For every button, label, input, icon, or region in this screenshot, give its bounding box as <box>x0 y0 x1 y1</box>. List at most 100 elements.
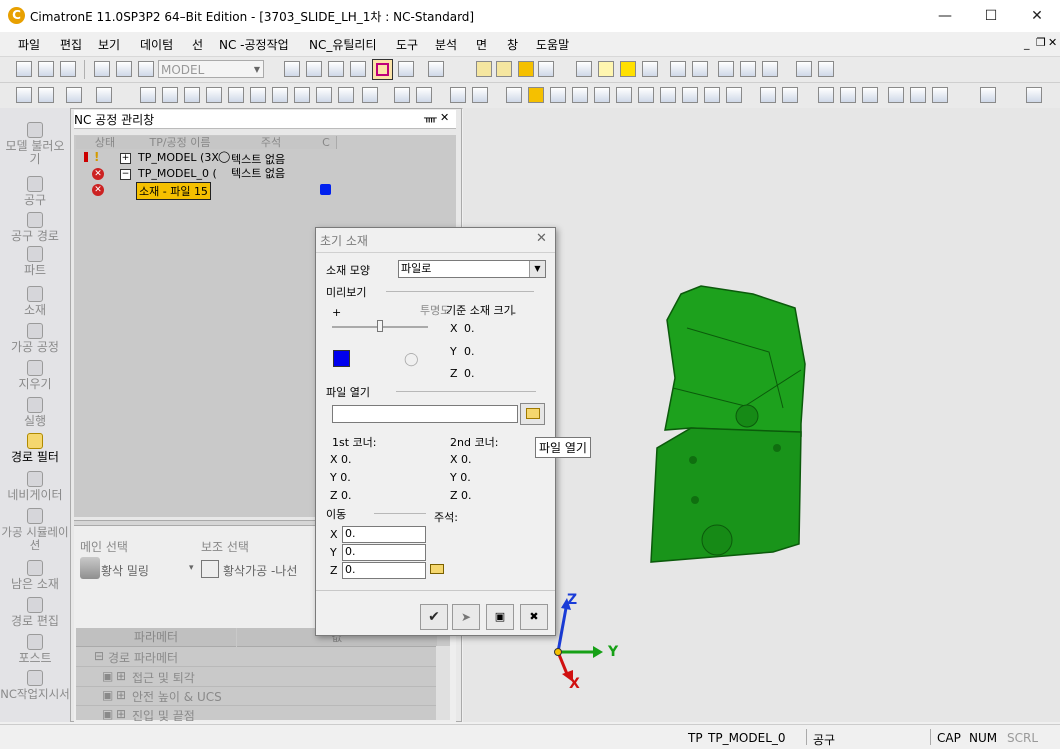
curve-tool-4-icon[interactable] <box>206 87 222 103</box>
sidebar-item-tool[interactable]: 공구 <box>0 176 70 207</box>
show-icon[interactable] <box>576 61 592 77</box>
maximize-button[interactable]: ☐ <box>968 0 1014 32</box>
move-z-input[interactable]: 0. <box>342 562 426 579</box>
minimize-button[interactable]: — <box>922 0 968 32</box>
zoom-window-icon[interactable] <box>284 61 300 77</box>
menu-help[interactable]: 도움말 <box>536 36 569 53</box>
undo-icon[interactable] <box>1026 87 1042 103</box>
sidebar-item-navigator[interactable]: 네비게이터 <box>0 471 70 502</box>
expand-icon[interactable]: ⊞ <box>116 707 126 721</box>
menu-window[interactable]: 창 <box>507 36 518 53</box>
axis-tool-3-icon[interactable] <box>932 87 948 103</box>
param-row[interactable]: ▣ ⊞ 안전 높이 & UCS <box>76 686 436 706</box>
edit-tool-3-icon[interactable] <box>818 87 834 103</box>
surface-tool-2-icon[interactable] <box>416 87 432 103</box>
display-mode-1-icon[interactable] <box>476 61 492 77</box>
sidebar-item-delete[interactable]: 지우기 <box>0 360 70 391</box>
new-file-icon[interactable] <box>16 61 32 77</box>
sidebar-item-load-model[interactable]: 모델 불러오기 <box>0 122 70 166</box>
pan-icon[interactable] <box>350 61 366 77</box>
tree-row-tp-model-0[interactable]: TP_MODEL_0 ( <box>138 167 217 180</box>
axis-tool-2-icon[interactable] <box>910 87 926 103</box>
chevron-down-icon[interactable]: ▼ <box>529 261 545 277</box>
nc-tool-1-icon[interactable] <box>506 87 522 103</box>
curve-tool-11-icon[interactable] <box>362 87 378 103</box>
mdi-restore-icon[interactable]: ❐ <box>1036 36 1046 49</box>
expand-icon[interactable]: ⊞ <box>116 688 126 702</box>
menu-analysis[interactable]: 분석 <box>435 36 457 53</box>
nc-tool-5-icon[interactable] <box>594 87 610 103</box>
sidebar-item-simulation[interactable]: 가공 시뮬레이션 <box>0 508 70 552</box>
pick-icon[interactable] <box>66 87 82 103</box>
close-window-button[interactable]: ✕ <box>1014 0 1060 32</box>
delete-select-icon[interactable] <box>38 87 54 103</box>
file-path-input[interactable] <box>332 405 518 423</box>
open-folder-button[interactable] <box>520 403 545 425</box>
sidebar-item-toolpath[interactable]: 공구 경로 <box>0 212 70 243</box>
sidebar-item-remaining-stock[interactable]: 남은 소재 <box>0 560 70 591</box>
move-x-input[interactable]: 0. <box>342 526 426 543</box>
menu-datum[interactable]: 데이텀 <box>140 36 173 53</box>
display-mode-4-icon[interactable] <box>538 61 554 77</box>
save-icon[interactable] <box>60 61 76 77</box>
curve-tool-2-icon[interactable] <box>162 87 178 103</box>
column-name[interactable]: TP/공정 이름 <box>134 136 227 149</box>
set-icon[interactable] <box>138 61 154 77</box>
main-select-value[interactable]: 황삭 밀링 <box>101 562 149 579</box>
filter-icon[interactable] <box>96 87 112 103</box>
pick-point-icon[interactable] <box>430 564 444 574</box>
curve-tool-3-icon[interactable] <box>184 87 200 103</box>
options-icon[interactable] <box>718 61 734 77</box>
bulb-icon[interactable]: ◯ <box>404 352 419 367</box>
nc-tool-9-icon[interactable] <box>682 87 698 103</box>
param-row[interactable]: ▣ ⊞ 진입 및 끝점 <box>76 705 436 725</box>
menu-curve[interactable]: 선 <box>192 36 203 53</box>
edit-tool-4-icon[interactable] <box>840 87 856 103</box>
grid-icon[interactable] <box>740 61 756 77</box>
curve-tool-5-icon[interactable] <box>228 87 244 103</box>
menu-nc-process[interactable]: NC -공정작업 <box>219 36 289 53</box>
close-panel-icon[interactable]: ✕ <box>440 111 449 124</box>
light-on-icon[interactable] <box>620 61 636 77</box>
column-status[interactable]: 상태 <box>76 136 135 149</box>
apply-button[interactable]: ➤ <box>452 604 480 630</box>
model-combo[interactable]: MODEL ▼ <box>158 60 264 78</box>
curve-tool-10-icon[interactable] <box>338 87 354 103</box>
select-icon[interactable] <box>16 87 32 103</box>
curve-tool-1-icon[interactable] <box>140 87 156 103</box>
curve-tool-9-icon[interactable] <box>316 87 332 103</box>
axis-tool-1-icon[interactable] <box>888 87 904 103</box>
nc-tool-4-icon[interactable] <box>572 87 588 103</box>
info-icon[interactable] <box>616 87 632 103</box>
nc-tool-7-icon[interactable] <box>638 87 654 103</box>
collapse-icon[interactable]: ⊟ <box>94 649 104 663</box>
surface-tool-4-icon[interactable] <box>472 87 488 103</box>
surface-tool-3-icon[interactable] <box>450 87 466 103</box>
display-mode-3-icon[interactable] <box>518 61 534 77</box>
color-picker-icon[interactable] <box>796 61 812 77</box>
preview-color-swatch[interactable] <box>333 350 350 367</box>
view-orient-icon[interactable] <box>428 61 444 77</box>
shape-select[interactable]: 파일로 ▼ <box>398 260 546 278</box>
zoom-icon[interactable] <box>328 61 344 77</box>
collapse-icon[interactable]: − <box>120 169 131 180</box>
sidebar-item-nc-report[interactable]: NC작업지시서 <box>0 670 70 701</box>
move-y-input[interactable]: 0. <box>342 544 426 561</box>
nc-tool-3-icon[interactable] <box>550 87 566 103</box>
expand-icon[interactable]: ⊞ <box>116 669 126 683</box>
sidebar-item-execute[interactable]: 실행 <box>0 397 70 428</box>
expand-icon[interactable]: + <box>120 153 131 164</box>
eraser-icon[interactable] <box>116 61 132 77</box>
zoom-all-icon[interactable] <box>306 61 322 77</box>
preview-button[interactable]: ▣ <box>486 604 514 630</box>
param-row[interactable]: ▣ ⊞ 접근 및 퇴각 <box>76 667 436 687</box>
nc-tool-10-icon[interactable] <box>704 87 720 103</box>
sidebar-item-procedure[interactable]: 가공 공정 <box>0 323 70 354</box>
curve-tool-7-icon[interactable] <box>272 87 288 103</box>
light-off-icon[interactable] <box>642 61 658 77</box>
shaded-view-icon[interactable] <box>372 59 393 80</box>
tree-row-stock[interactable]: 소재 - 파일 15 <box>136 182 211 200</box>
menu-tools[interactable]: 도구 <box>396 36 418 53</box>
sub-select-value[interactable]: 황삭가공 -나선 <box>223 562 297 579</box>
edit-tool-2-icon[interactable] <box>782 87 798 103</box>
